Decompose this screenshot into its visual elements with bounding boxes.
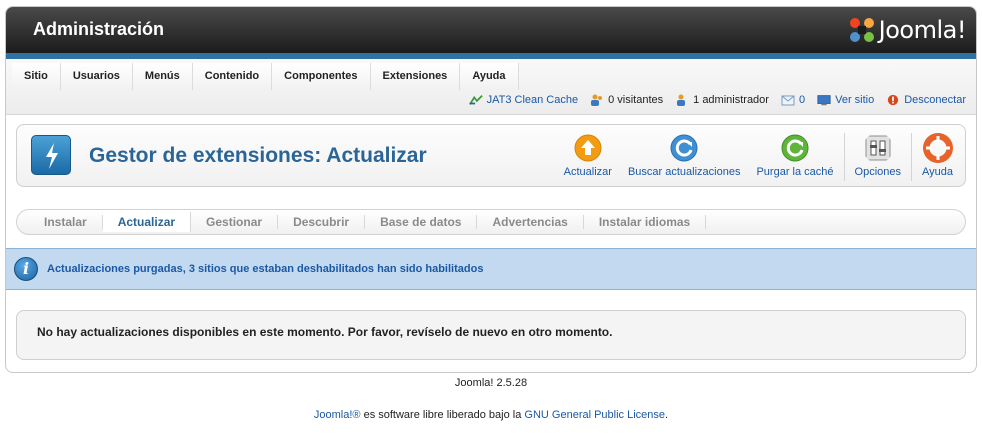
admin-frame: Administración Joomla! Sitio Usuarios Me… [5, 6, 977, 373]
admins-count: 1 administrador [693, 94, 769, 106]
help-label: Ayuda [922, 166, 953, 178]
system-message: i Actualizaciones purgadas, 3 sitios que… [6, 248, 976, 290]
status-messages[interactable]: 0 [781, 94, 805, 106]
menu-item-componentes[interactable]: Componentes [271, 63, 370, 90]
submenu-warnings[interactable]: Advertencias [477, 215, 584, 229]
footer-text: es software libre liberado bajo la [360, 409, 525, 421]
logo-text: Joomla! [878, 16, 967, 44]
view-site-link[interactable]: Ver sitio [835, 94, 874, 106]
joomla-link[interactable]: Joomla!® [314, 409, 361, 421]
joomla-logo[interactable]: Joomla! [847, 15, 967, 45]
joomla-logo-icon [849, 18, 874, 42]
footer: Joomla!® es software libre liberado bajo… [0, 409, 982, 421]
menu-item-ayuda[interactable]: Ayuda [459, 63, 519, 90]
main-menu: Sitio Usuarios Menús Contenido Component… [12, 63, 519, 90]
visitors-icon [591, 94, 603, 106]
logout-icon [888, 94, 899, 106]
status-cache[interactable]: JAT3 Clean Cache [468, 94, 579, 106]
cache-link[interactable]: JAT3 Clean Cache [487, 94, 579, 106]
menu-item-contenido[interactable]: Contenido [191, 63, 272, 90]
admins-icon [677, 94, 686, 106]
help-button[interactable]: Ayuda [914, 133, 961, 181]
update-button[interactable]: Actualizar [556, 133, 620, 181]
content-box: No hay actualizaciones disponibles en es… [16, 310, 966, 360]
menu-item-usuarios[interactable]: Usuarios [59, 63, 132, 90]
update-label: Actualizar [563, 166, 612, 178]
submenu-database[interactable]: Base de datos [365, 215, 478, 229]
options-label: Opciones [854, 166, 901, 178]
toolbar-box: Gestor de extensiones: Actualizar Actual… [16, 124, 966, 187]
submenu: Instalar Actualizar Gestionar Descubrir … [16, 209, 966, 235]
header-title: Administración [33, 19, 165, 39]
submenu-update[interactable]: Actualizar [102, 212, 192, 232]
status-visitors: 0 visitantes [590, 94, 663, 106]
purge-cache-button[interactable]: Purgar la caché [748, 133, 841, 181]
status-admins: 1 administrador [675, 94, 769, 106]
info-icon: i [14, 257, 38, 281]
menubar: Sitio Usuarios Menús Contenido Component… [6, 59, 976, 115]
visitors-count: 0 visitantes [608, 94, 664, 106]
find-updates-button[interactable]: Buscar actualizaciones [620, 133, 749, 181]
menu-item-sitio[interactable]: Sitio [12, 63, 60, 90]
monitor-icon [817, 95, 831, 106]
toolbar: Actualizar Buscar actualizaciones Purgar… [556, 133, 961, 181]
no-updates-text: No hay actualizaciones disponibles en es… [37, 325, 613, 339]
header: Administración Joomla! [6, 7, 976, 59]
messages-icon [781, 95, 795, 106]
status-bar: JAT3 Clean Cache 0 visitantes 1 administ… [468, 94, 966, 106]
page-title: Gestor de extensiones: Actualizar [89, 144, 427, 167]
upload-icon [574, 134, 602, 162]
message-text: Actualizaciones purgadas, 3 sitios que e… [47, 263, 484, 275]
lifebuoy-icon [922, 133, 953, 163]
refresh-blue-icon [670, 134, 698, 162]
version-text: Joomla! 2.5.28 [454, 377, 528, 389]
cache-icon [468, 95, 483, 105]
purge-cache-label: Purgar la caché [756, 166, 834, 178]
submenu-discover[interactable]: Descubrir [278, 215, 366, 229]
find-updates-label: Buscar actualizaciones [627, 166, 741, 178]
menu-item-extensiones[interactable]: Extensiones [369, 63, 460, 90]
submenu-languages[interactable]: Instalar idiomas [584, 215, 707, 229]
footer-end: . [665, 409, 669, 421]
extension-manager-icon [31, 135, 71, 175]
toolbar-divider [911, 133, 912, 181]
menu-item-menus[interactable]: Menús [131, 63, 192, 90]
refresh-green-icon [781, 134, 809, 162]
status-logout[interactable]: Desconectar [886, 94, 966, 106]
submenu-manage[interactable]: Gestionar [191, 215, 279, 229]
options-button[interactable]: Opciones [847, 133, 909, 181]
submenu-install[interactable]: Instalar [29, 215, 103, 229]
messages-count[interactable]: 0 [799, 94, 805, 106]
status-view-site[interactable]: Ver sitio [817, 94, 874, 106]
toolbar-divider [843, 133, 845, 181]
license-link[interactable]: GNU General Public License [524, 409, 665, 421]
options-icon [865, 135, 891, 161]
logout-link[interactable]: Desconectar [904, 94, 966, 106]
